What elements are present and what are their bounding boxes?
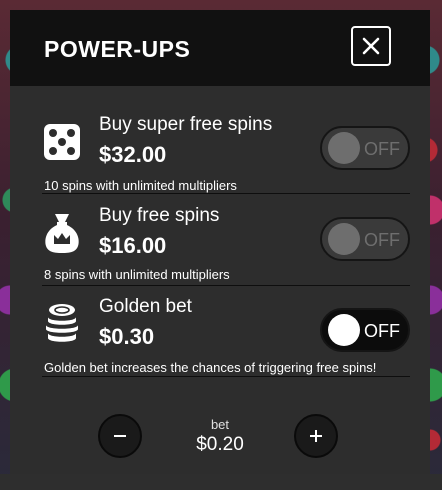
toggle-label: OFF bbox=[364, 230, 400, 250]
powerup-description: Golden bet increases the chances of trig… bbox=[44, 360, 377, 375]
powerup-description: 8 spins with unlimited multipliers bbox=[44, 267, 230, 282]
powerup-description: 10 spins with unlimited multipliers bbox=[44, 178, 237, 193]
close-button[interactable] bbox=[351, 26, 391, 66]
bet-value: $0.20 bbox=[196, 434, 244, 455]
toggle-knob bbox=[328, 314, 360, 346]
dice-icon bbox=[42, 122, 84, 164]
background-bottom-strip bbox=[0, 474, 442, 490]
powerup-title: Buy super free spins bbox=[99, 114, 273, 135]
bet-label: bet bbox=[210, 417, 230, 432]
super-free-spins-toggle[interactable]: OFF bbox=[320, 126, 410, 170]
toggle-knob bbox=[328, 223, 360, 255]
row-divider bbox=[42, 193, 410, 194]
close-icon bbox=[362, 37, 380, 55]
row-divider bbox=[42, 285, 410, 286]
minus-icon bbox=[114, 435, 126, 437]
powerup-price: $16.00 bbox=[99, 233, 167, 258]
powerup-title: Golden bet bbox=[99, 296, 192, 317]
money-bag-icon bbox=[42, 212, 84, 254]
power-ups-panel: POWER-UPS Buy super free spins $32.00 OF… bbox=[10, 10, 430, 474]
powerup-price: $32.00 bbox=[99, 142, 167, 167]
powerup-price: $0.30 bbox=[99, 324, 155, 349]
plus-icon bbox=[310, 430, 322, 442]
toggle-label: OFF bbox=[364, 139, 400, 159]
toggle-label: OFF bbox=[364, 321, 400, 341]
panel-title: POWER-UPS bbox=[44, 36, 191, 62]
row-divider bbox=[42, 376, 410, 377]
golden-bet-toggle[interactable]: OFF bbox=[320, 308, 410, 352]
increase-bet-button[interactable] bbox=[294, 414, 338, 458]
powerup-title: Buy free spins bbox=[99, 205, 220, 226]
free-spins-toggle[interactable]: OFF bbox=[320, 217, 410, 261]
coin-stack-icon bbox=[42, 302, 84, 344]
panel-header: POWER-UPS bbox=[10, 10, 430, 86]
decrease-bet-button[interactable] bbox=[98, 414, 142, 458]
toggle-knob bbox=[328, 132, 360, 164]
